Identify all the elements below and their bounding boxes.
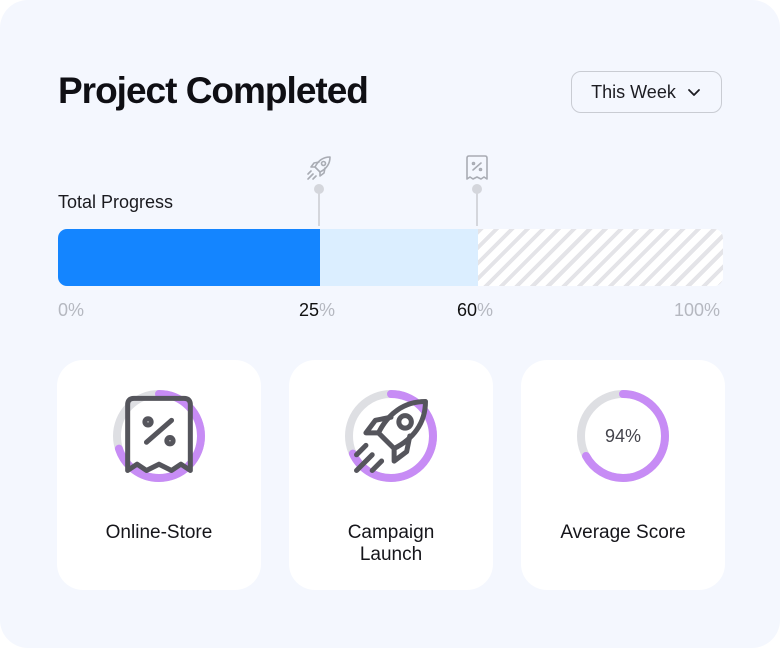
progress-ring [112,389,206,483]
receipt-discount-icon [466,155,488,180]
stat-card-campaign-launch[interactable]: Campaign Launch [289,360,493,590]
progress-in-progress-segment [320,229,478,286]
tick-unit: % [477,300,494,320]
marker-line [476,192,478,226]
project-completed-card: Project Completed This Week Total Progre… [0,0,780,648]
period-dropdown-label: This Week [591,81,676,102]
tick-unit: % [319,300,336,320]
stat-label: Campaign Launch [347,522,435,565]
tick-value: 0 [58,300,69,320]
tick-value: 60 [457,300,478,320]
ring-center [344,389,438,483]
tick-label-0: 0% [58,300,84,321]
progress-ring [344,389,438,483]
total-progress-label: Total Progress [58,192,174,212]
tick-label-60: 60% [457,300,493,321]
tick-unit: % [704,300,721,320]
stat-card-online-store[interactable]: Online-Store [57,360,261,590]
stat-label: Average Score [560,522,686,543]
progress-completed-segment [58,229,320,286]
total-progress-bar [58,229,723,286]
tick-value: 100 [674,300,705,320]
receipt-discount-icon [125,395,193,473]
chevron-down-icon [687,89,700,96]
marker-line [318,192,320,226]
average-score-value: 94% [604,425,642,446]
tick-label-100: 100% [674,300,720,321]
stat-label: Online-Store [105,522,213,543]
period-dropdown[interactable]: This Week [571,71,722,113]
tick-unit: % [68,300,85,320]
stat-card-average-score[interactable]: 94% Average Score [521,360,725,590]
page-title: Project Completed [58,70,369,111]
rocket-icon [307,156,331,180]
tick-label-25: 25% [299,300,335,321]
rocket-icon [354,399,428,473]
progress-ring: 94% [576,389,670,483]
ring-center: 94% [576,389,670,483]
tick-value: 25 [299,300,320,320]
ring-center [112,389,206,483]
progress-remaining-segment [478,229,723,286]
